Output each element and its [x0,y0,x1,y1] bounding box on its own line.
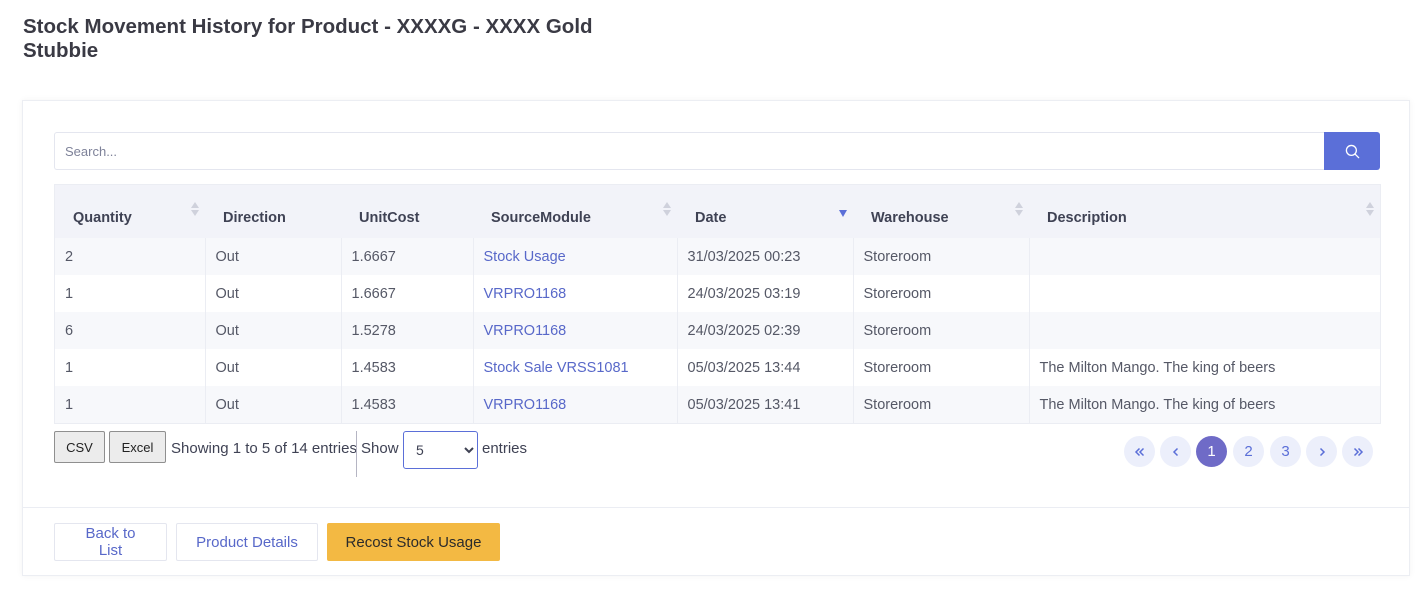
cell-sourcemodule: VRPRO1168 [473,312,678,349]
cell-description [1029,275,1380,312]
previous-page-button[interactable] [1160,436,1191,467]
table-row: 1 Out 1.6667 VRPRO1168 24/03/2025 03:19 … [55,275,1380,312]
cell-sourcemodule: VRPRO1168 [473,275,678,312]
table-info: Showing 1 to 5 of 14 entries [171,440,357,457]
cell-description [1029,312,1380,349]
page-2-button[interactable]: 2 [1233,436,1264,467]
double-chevron-left-icon [1134,447,1144,456]
double-chevron-right-icon [1353,447,1363,456]
cell-date: 24/03/2025 02:39 [677,312,854,349]
stock-movement-table: Quantity Direction UnitCost SourceModule [54,184,1381,424]
cell-quantity: 2 [55,238,206,275]
product-details-button[interactable]: Product Details [176,523,318,561]
cell-direction: Out [205,238,342,275]
page-title: Stock Movement History for Product - XXX… [23,15,593,62]
divider [356,431,357,477]
column-header-quantity[interactable]: Quantity [55,185,205,238]
back-to-list-button[interactable]: Back to List [54,523,167,561]
cell-quantity: 1 [55,349,206,386]
csv-export-button[interactable]: CSV [54,431,105,463]
search-input[interactable] [54,132,1324,170]
sort-icon [1366,202,1374,218]
cell-warehouse: Storeroom [853,275,1030,312]
sort-icon [191,202,199,218]
search-bar [54,132,1380,170]
source-module-link[interactable]: VRPRO1168 [484,323,567,339]
excel-export-button[interactable]: Excel [109,431,166,463]
column-header-warehouse[interactable]: Warehouse [853,185,1029,238]
column-header-direction: Direction [205,185,341,238]
cell-unitcost: 1.4583 [341,386,474,423]
cell-quantity: 6 [55,312,206,349]
source-module-link[interactable]: VRPRO1168 [484,397,567,413]
cell-warehouse: Storeroom [853,238,1030,275]
cell-unitcost: 1.6667 [341,238,474,275]
chevron-right-icon [1319,447,1325,456]
cell-unitcost: 1.4583 [341,349,474,386]
sort-descending-icon [839,210,847,217]
sort-icon [1015,202,1023,218]
cell-date: 24/03/2025 03:19 [677,275,854,312]
cell-quantity: 1 [55,275,206,312]
chevron-left-icon [1172,447,1178,456]
cell-description: The Milton Mango. The king of beers [1029,386,1380,423]
table-row: 6 Out 1.5278 VRPRO1168 24/03/2025 02:39 … [55,312,1380,349]
cell-date: 05/03/2025 13:44 [677,349,854,386]
cell-date: 31/03/2025 00:23 [677,238,854,275]
source-module-link[interactable]: Stock Sale VRSS1081 [484,360,629,376]
page-3-button[interactable]: 3 [1270,436,1301,467]
table-row: 1 Out 1.4583 VRPRO1168 05/03/2025 13:41 … [55,386,1380,423]
pagination: 1 2 3 [1124,436,1374,467]
last-page-button[interactable] [1342,436,1373,467]
page-length-select[interactable]: 5 [403,431,478,469]
recost-stock-usage-button[interactable]: Recost Stock Usage [327,523,500,561]
cell-quantity: 1 [55,386,206,423]
sort-icon [663,202,671,218]
cell-date: 05/03/2025 13:41 [677,386,854,423]
card-divider [23,507,1409,508]
search-button[interactable] [1324,132,1380,170]
cell-unitcost: 1.5278 [341,312,474,349]
cell-direction: Out [205,312,342,349]
first-page-button[interactable] [1124,436,1155,467]
page-1-button[interactable]: 1 [1196,436,1227,467]
table-row: 2 Out 1.6667 Stock Usage 31/03/2025 00:2… [55,238,1380,275]
cell-warehouse: Storeroom [853,349,1030,386]
source-module-link[interactable]: VRPRO1168 [484,286,567,302]
column-header-sourcemodule[interactable]: SourceModule [473,185,677,238]
show-label: Show [361,440,399,457]
search-icon [1345,144,1359,158]
cell-direction: Out [205,349,342,386]
cell-sourcemodule: Stock Usage [473,238,678,275]
table-header-row: Quantity Direction UnitCost SourceModule [55,185,1380,238]
entries-label: entries [482,440,528,457]
cell-direction: Out [205,275,342,312]
source-module-link[interactable]: Stock Usage [484,249,566,265]
column-header-date[interactable]: Date [677,185,853,238]
cell-warehouse: Storeroom [853,386,1030,423]
column-header-description[interactable]: Description [1029,185,1380,238]
column-header-unitcost: UnitCost [341,185,473,238]
table-footer: CSV Excel Showing 1 to 5 of 14 entries S… [54,431,1381,477]
cell-warehouse: Storeroom [853,312,1030,349]
table-row: 1 Out 1.4583 Stock Sale VRSS1081 05/03/2… [55,349,1380,386]
cell-sourcemodule: Stock Sale VRSS1081 [473,349,678,386]
cell-description [1029,238,1380,275]
cell-direction: Out [205,386,342,423]
cell-unitcost: 1.6667 [341,275,474,312]
cell-description: The Milton Mango. The king of beers [1029,349,1380,386]
next-page-button[interactable] [1306,436,1337,467]
history-card: Quantity Direction UnitCost SourceModule [22,100,1410,576]
cell-sourcemodule: VRPRO1168 [473,386,678,423]
